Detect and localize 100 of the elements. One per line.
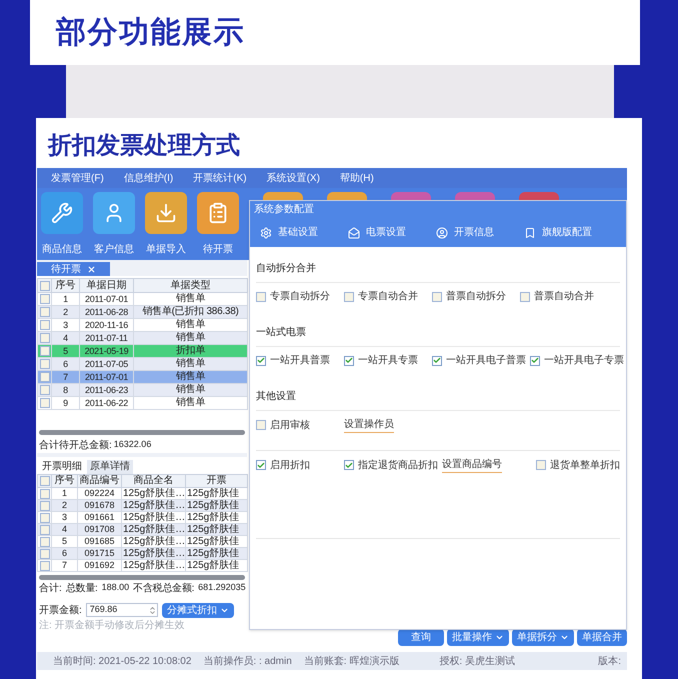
option-label[interactable]: 一站开具电子普票 [446,353,526,368]
checkbox[interactable] [344,460,354,470]
checkbox[interactable] [432,292,442,302]
checkbox[interactable] [344,356,354,366]
table-cell: 9 [52,396,80,410]
menu-item[interactable]: 帮助(H) [340,170,374,186]
scrollbar[interactable] [39,575,245,580]
settings-icon [260,226,272,238]
menu-item[interactable]: 信息维护(I) [124,170,174,186]
import-icon [155,202,177,224]
checkbox[interactable] [40,500,50,510]
table-row[interactable]: 6 2011-07-05 销售单 [38,358,248,370]
checkbox[interactable] [40,307,50,317]
toolbar-tile[interactable] [145,192,187,234]
toolbar-label[interactable]: 待开票 [203,242,233,257]
checkbox[interactable] [40,548,50,558]
checkbox[interactable] [256,292,266,302]
checkbox[interactable] [256,460,266,470]
action-button[interactable]: 单据合并 [577,629,627,646]
discount-dropdown-button[interactable]: 分摊式折扣 [162,602,234,618]
checkbox[interactable] [530,356,540,366]
option-label[interactable]: 退货单整单折扣 [550,458,620,472]
checkbox[interactable] [40,560,50,570]
status-text: 当前账套: 晖煌演示版 [304,654,400,668]
action-button[interactable]: 批量操作 [447,629,509,646]
checkbox[interactable] [40,385,50,395]
toolbar-tile[interactable] [327,192,367,200]
dialog-tab[interactable]: 基础设置 [260,225,318,240]
option-label[interactable]: 一站开具专票 [358,353,418,368]
total-label: 合计待开总金额: [39,438,112,452]
table-row[interactable]: 1 2011-07-01 销售单 [38,292,248,306]
checkbox[interactable] [40,488,50,498]
checkbox[interactable] [40,359,50,369]
checkbox[interactable] [40,346,50,356]
dialog-tab[interactable]: 电票设置 [348,225,406,240]
toolbar-tile[interactable] [263,192,303,200]
table-row[interactable]: 8 2011-06-23 销售单 [38,384,248,396]
checkbox[interactable] [40,372,50,382]
settings-link[interactable]: 设置商品编号 [442,457,502,473]
amount-value: 681.292035 [198,581,246,594]
checkbox[interactable] [40,536,50,546]
action-button[interactable]: 查询 [398,629,444,646]
checkbox[interactable] [40,524,50,534]
checkbox[interactable] [344,292,354,302]
checkbox[interactable] [256,420,266,430]
option-label[interactable]: 指定退货商品折扣 [358,458,438,472]
checkbox[interactable] [432,356,442,366]
toolbar-label[interactable]: 单据导入 [146,242,186,257]
scrollbar[interactable] [39,430,245,435]
option-label[interactable]: 专票自动拆分 [270,289,330,304]
table-row[interactable]: 3 2020-11-16 销售单 [38,318,248,332]
option-label[interactable]: 启用审核 [270,418,310,432]
column-header: 商品全名 [122,474,186,488]
table-row[interactable]: 7 2011-07-01 销售单 [38,370,248,384]
menu-item[interactable]: 开票统计(K) [193,170,247,186]
option-label[interactable]: 普票自动合并 [534,289,594,304]
checkbox[interactable] [40,320,50,330]
spinner-icon[interactable] [148,606,157,614]
option-label[interactable]: 一站开具电子专票 [544,353,624,368]
checkbox[interactable] [40,280,50,290]
option-label[interactable]: 普票自动拆分 [446,289,506,304]
checkbox[interactable] [40,476,50,486]
quantity-label: 总数量: [66,582,98,596]
dialog-tab[interactable]: 开票信息 [436,225,494,240]
document-tab[interactable]: 待开票 [37,262,110,276]
table-row[interactable]: 5 2021-05-19 折扣单 [38,344,248,358]
status-text: 当前时间: 2021-05-22 10:08:02 [53,654,192,668]
option-label[interactable]: 启用折扣 [270,458,310,472]
toolbar-label[interactable]: 商品信息 [42,242,82,257]
table-cell: 125g舒肤佳 [186,560,248,572]
action-button[interactable]: 单据拆分 [512,629,574,646]
close-icon[interactable] [87,264,96,274]
option-label[interactable]: 一站开具普票 [270,353,330,368]
toolbar-tile[interactable] [93,192,135,234]
table-cell: 091692 [78,560,122,572]
checkbox[interactable] [256,356,266,366]
toolbar-tile[interactable] [197,192,239,234]
option-label[interactable]: 专票自动合并 [358,289,418,304]
quantity-value: 188.00 [102,581,130,594]
settings-link[interactable]: 设置操作员 [344,417,394,433]
toolbar-tile[interactable] [391,192,431,200]
checkbox[interactable] [40,294,50,304]
table-row[interactable]: 9 2011-06-22 销售单 [38,396,248,410]
menu-item[interactable]: 系统设置(X) [266,170,320,186]
toolbar-tile[interactable] [519,192,559,200]
menu-item[interactable]: 发票管理(F) [51,170,104,186]
toolbar-tile[interactable] [455,192,495,200]
toolbar-tile[interactable] [41,192,83,234]
checkbox[interactable] [520,292,530,302]
table-row[interactable]: 2 2011-06-28 销售单(已折扣 386.38) [38,306,248,318]
invoice-amount-field[interactable]: 769.86 [86,603,158,617]
toolbar-label[interactable]: 客户信息 [94,242,134,257]
checkbox[interactable] [536,460,546,470]
checkbox[interactable] [40,398,50,408]
checkbox[interactable] [40,333,50,343]
detail-tab[interactable]: 原单详情 [87,460,133,474]
dialog-tab[interactable]: 旗舰版配置 [524,225,592,240]
checkbox[interactable] [40,512,50,522]
table-row[interactable]: 4 2011-07-11 销售单 [38,332,248,344]
bookmark-icon [524,226,536,238]
